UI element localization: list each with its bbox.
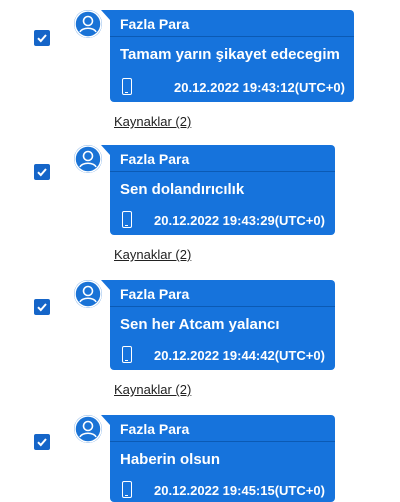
user-avatar-icon: [74, 10, 102, 38]
message-timestamp: 20.12.2022 19:44:42(UTC+0): [154, 348, 325, 363]
phone-icon: [122, 346, 132, 363]
bubble-divider: [110, 441, 335, 442]
message-checkbox[interactable]: [34, 30, 50, 46]
message-bubble: Fazla Para Sen her Atcam yalancı 20.12.2…: [101, 280, 335, 370]
message-checkbox[interactable]: [34, 299, 50, 315]
checkmark-icon: [37, 438, 47, 447]
message-text: Sen dolandırıcılık: [120, 181, 245, 198]
checkmark-icon: [37, 303, 47, 312]
sources-link[interactable]: Kaynaklar (2): [114, 114, 191, 129]
message-item: Fazla Para Tamam yarın şikayet edecegim …: [0, 0, 400, 135]
message-list: Fazla Para Tamam yarın şikayet edecegim …: [0, 0, 400, 502]
user-avatar-icon: [74, 280, 102, 308]
sources-link[interactable]: Kaynaklar (2): [114, 247, 191, 262]
bubble-divider: [110, 306, 335, 307]
phone-icon: [122, 211, 132, 228]
message-item: Fazla Para Sen dolandırıcılık 20.12.2022…: [0, 135, 400, 270]
checkmark-icon: [37, 168, 47, 177]
message-bubble: Fazla Para Haberin olsun 20.12.2022 19:4…: [101, 415, 335, 502]
message-item: Fazla Para Sen her Atcam yalancı 20.12.2…: [0, 270, 400, 405]
message-bubble: Fazla Para Sen dolandırıcılık 20.12.2022…: [101, 145, 335, 235]
sources-link[interactable]: Kaynaklar (2): [114, 382, 191, 397]
message-checkbox[interactable]: [34, 164, 50, 180]
message-timestamp: 20.12.2022 19:43:12(UTC+0): [174, 80, 345, 95]
phone-icon: [122, 481, 132, 498]
sender-name: Fazla Para: [120, 286, 190, 302]
bubble-divider: [110, 171, 335, 172]
checkmark-icon: [37, 34, 47, 43]
bubble-divider: [110, 36, 354, 37]
user-avatar-icon: [74, 145, 102, 173]
phone-icon: [122, 78, 132, 95]
message-timestamp: 20.12.2022 19:45:15(UTC+0): [154, 483, 325, 498]
message-bubble: Fazla Para Tamam yarın şikayet edecegim …: [101, 10, 354, 102]
message-checkbox[interactable]: [34, 434, 50, 450]
message-text: Haberin olsun: [120, 451, 221, 468]
message-text: Sen her Atcam yalancı: [120, 316, 280, 333]
message-item: Fazla Para Haberin olsun 20.12.2022 19:4…: [0, 405, 400, 502]
message-timestamp: 20.12.2022 19:43:29(UTC+0): [154, 213, 325, 228]
sender-name: Fazla Para: [120, 16, 190, 32]
message-text: Tamam yarın şikayet edecegim: [120, 46, 340, 63]
sender-name: Fazla Para: [120, 421, 190, 437]
user-avatar-icon: [74, 415, 102, 443]
sender-name: Fazla Para: [120, 151, 190, 167]
